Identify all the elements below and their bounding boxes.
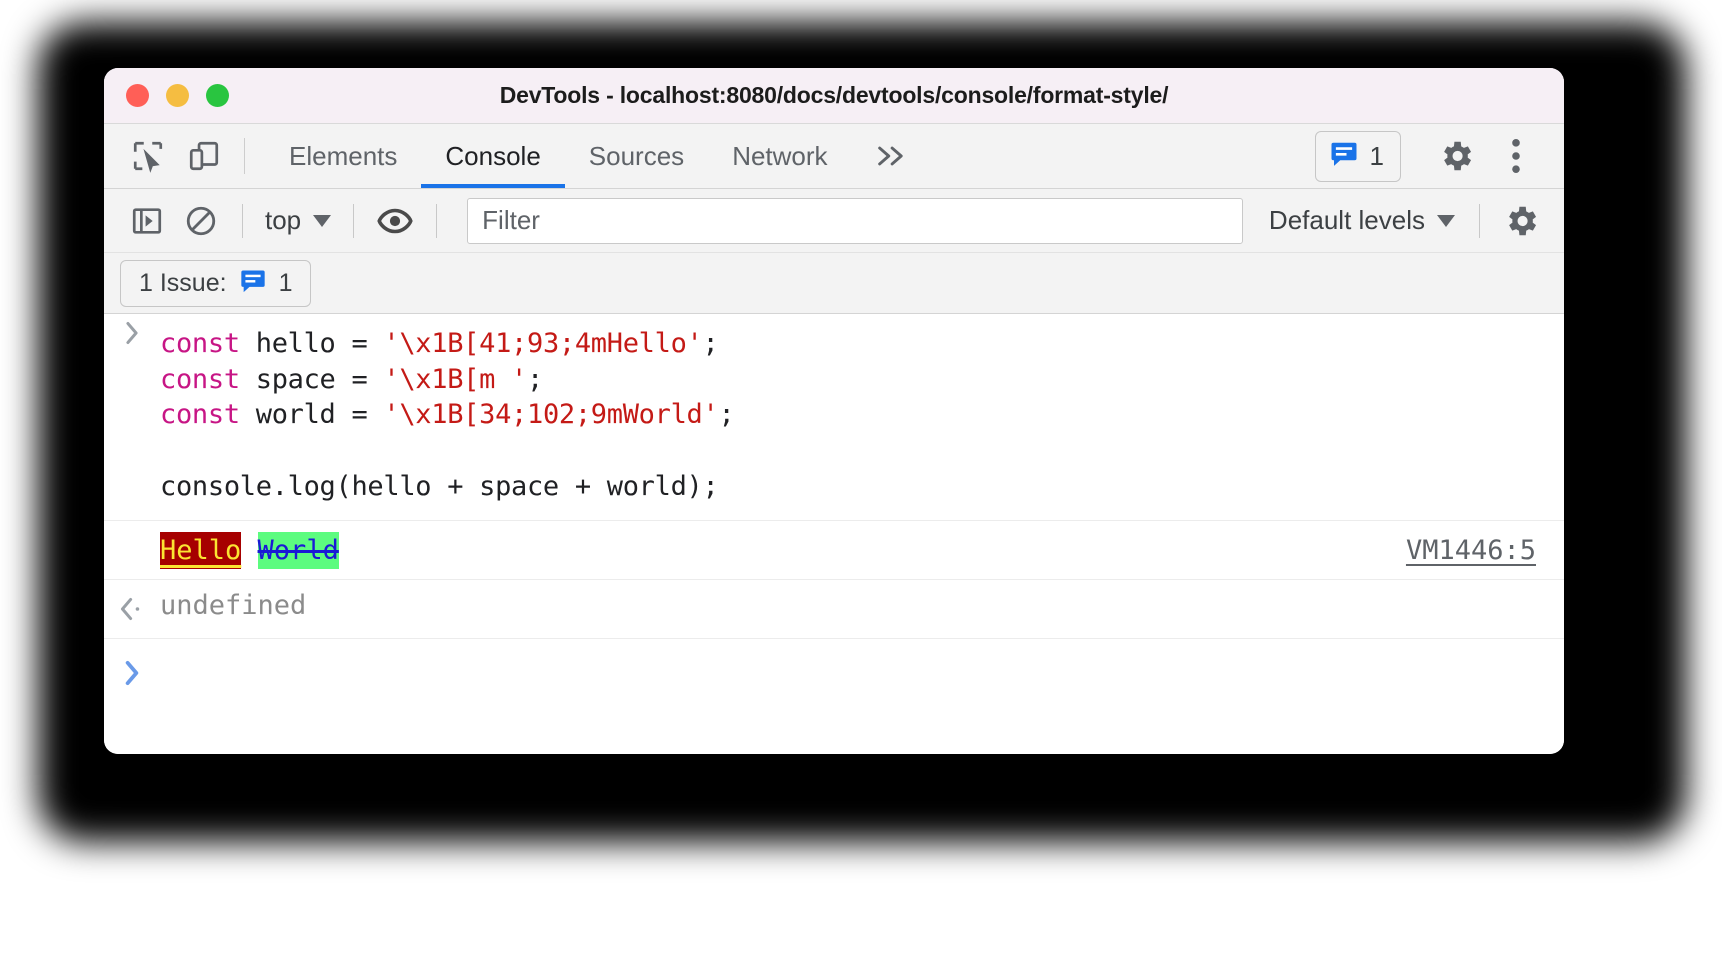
window-titlebar: DevTools - localhost:8080/docs/devtools/…	[104, 68, 1564, 123]
console-toolbar-divider-2	[353, 204, 354, 238]
panel-tabs: Elements Console Sources Network	[265, 124, 852, 188]
tab-console[interactable]: Console	[421, 124, 564, 188]
code-token: ;	[527, 364, 543, 395]
console-code-line: const hello = '\x1B[41;93;4mHello';	[160, 326, 734, 362]
close-window-button[interactable]	[126, 84, 149, 107]
console-input-code: const hello = '\x1B[41;93;4mHello';const…	[160, 314, 734, 520]
inspect-element-icon[interactable]	[120, 124, 176, 188]
code-token: '\x1B[m '	[383, 364, 527, 395]
execution-context-selector[interactable]: top	[257, 205, 339, 236]
filter-input[interactable]	[467, 198, 1243, 244]
console-log-output-row: Hello World VM1446:5	[104, 520, 1564, 580]
issues-count: 1	[1370, 141, 1384, 172]
clear-console-icon[interactable]	[174, 194, 228, 248]
minimize-window-button[interactable]	[166, 84, 189, 107]
issues-banner-label: 1 Issue:	[139, 269, 227, 298]
tabbar-divider	[244, 138, 245, 174]
console-return-value-row: undefined	[104, 580, 1564, 639]
output-gutter	[104, 548, 160, 552]
console-return-value: undefined	[160, 590, 306, 621]
tab-elements-label: Elements	[289, 141, 397, 172]
devtools-window: DevTools - localhost:8080/docs/devtools/…	[104, 68, 1564, 754]
console-input-entry: const hello = '\x1B[41;93;4mHello';const…	[104, 314, 1564, 520]
code-token: space =	[240, 364, 384, 395]
console-toolbar-divider-4	[1479, 204, 1480, 238]
tabbar-right-actions: 1	[1315, 124, 1564, 188]
console-toolbar-divider-1	[242, 204, 243, 238]
tab-elements[interactable]: Elements	[265, 124, 421, 188]
code-token: ;	[718, 399, 734, 430]
tab-console-label: Console	[445, 141, 540, 172]
console-code-line: console.log(hello + space + world);	[160, 469, 734, 505]
new-prompt-gutter	[104, 653, 160, 689]
code-token: const	[160, 364, 240, 395]
gear-icon[interactable]	[1426, 126, 1486, 186]
return-gutter	[104, 590, 160, 624]
console-output[interactable]: const hello = '\x1B[41;93;4mHello';const…	[104, 314, 1564, 754]
ansi-world-text: World	[258, 532, 339, 569]
issues-banner-count: 1	[279, 269, 293, 298]
devtools-tabbar: Elements Console Sources Network	[104, 123, 1564, 188]
window-title: DevTools - localhost:8080/docs/devtools/…	[104, 82, 1564, 109]
console-code-line: const world = '\x1B[34;102;9mWorld';	[160, 397, 734, 433]
device-toolbar-icon[interactable]	[176, 124, 232, 188]
console-toolbar-divider-3	[436, 204, 437, 238]
tab-sources[interactable]: Sources	[565, 124, 708, 188]
ansi-hello-text: Hello	[160, 532, 241, 569]
issues-message-icon	[1329, 139, 1359, 174]
code-token: '\x1B[41;93;4mHello'	[383, 328, 702, 359]
code-token: ;	[703, 328, 719, 359]
tab-network-label: Network	[732, 141, 827, 172]
sidebar-toggle-icon[interactable]	[120, 194, 174, 248]
issues-message-icon	[239, 267, 267, 300]
code-token: console.log(hello + space + world);	[160, 471, 718, 502]
maximize-window-button[interactable]	[206, 84, 229, 107]
tab-network[interactable]: Network	[708, 124, 851, 188]
kebab-menu-icon[interactable]	[1486, 126, 1546, 186]
issues-banner-button[interactable]: 1 Issue: 1	[120, 260, 311, 307]
console-toolbar: top Default levels	[104, 188, 1564, 252]
chevron-down-icon	[313, 215, 331, 227]
code-token: const	[160, 399, 240, 430]
console-settings-gear-icon[interactable]	[1494, 194, 1548, 248]
chevron-down-icon	[1437, 215, 1455, 227]
chevron-double-right-icon[interactable]	[852, 124, 930, 188]
code-token: hello =	[240, 328, 384, 359]
log-levels-selector[interactable]: Default levels	[1259, 205, 1465, 236]
code-token: const	[160, 328, 240, 359]
console-code-line	[160, 433, 734, 469]
screenshot-stage: DevTools - localhost:8080/docs/devtools/…	[0, 0, 1722, 974]
traffic-lights	[126, 84, 229, 107]
execution-context-label: top	[265, 205, 301, 236]
console-code-line: const space = '\x1B[m ';	[160, 362, 734, 398]
issues-counter-button[interactable]: 1	[1315, 131, 1401, 182]
issues-banner: 1 Issue: 1	[104, 252, 1564, 314]
code-token: world =	[240, 399, 384, 430]
source-location-link[interactable]: VM1446:5	[1406, 535, 1536, 566]
prompt-gutter	[104, 314, 160, 348]
ansi-separator-space	[241, 535, 257, 566]
console-prompt-row[interactable]	[104, 639, 1564, 703]
live-expression-icon[interactable]	[368, 194, 422, 248]
code-token: '\x1B[34;102;9mWorld'	[383, 399, 718, 430]
log-levels-label: Default levels	[1269, 205, 1425, 236]
tab-sources-label: Sources	[589, 141, 684, 172]
